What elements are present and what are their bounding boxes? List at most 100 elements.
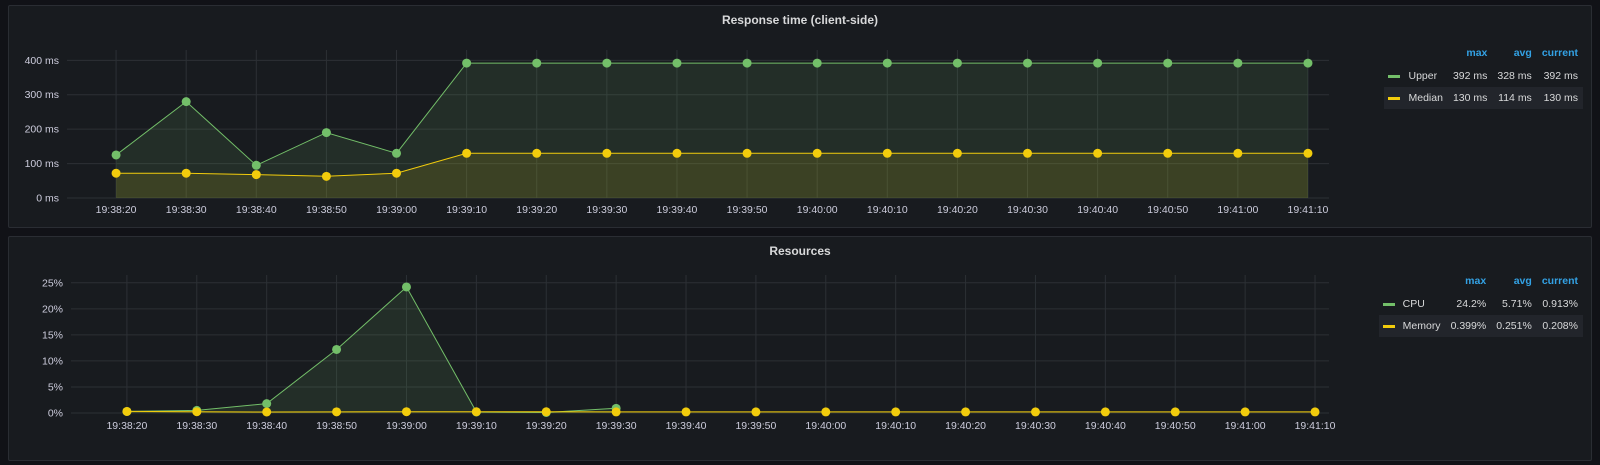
data-point-memory[interactable] bbox=[1240, 407, 1250, 417]
data-point-median[interactable] bbox=[251, 170, 261, 180]
data-point-upper[interactable] bbox=[251, 160, 261, 170]
data-point-memory[interactable] bbox=[332, 407, 342, 417]
legend-header-avg[interactable]: avg bbox=[1492, 46, 1536, 65]
x-tick-label: 19:38:50 bbox=[316, 420, 357, 432]
data-point-upper[interactable] bbox=[952, 58, 962, 68]
x-tick-label: 19:39:10 bbox=[456, 420, 497, 432]
legend-row-upper[interactable]: Upper 392 ms 328 ms 392 ms bbox=[1384, 65, 1583, 87]
x-tick-label: 19:40:40 bbox=[1077, 204, 1118, 216]
legend-series-name: Upper bbox=[1408, 70, 1438, 82]
data-point-median[interactable] bbox=[321, 171, 331, 181]
y-tick-label: 300 ms bbox=[25, 89, 59, 101]
data-point-memory[interactable] bbox=[471, 407, 481, 417]
data-point-memory[interactable] bbox=[681, 407, 691, 417]
data-point-median[interactable] bbox=[952, 148, 962, 158]
data-point-upper[interactable] bbox=[1023, 58, 1033, 68]
y-tick-label: 15% bbox=[42, 329, 63, 341]
data-point-memory[interactable] bbox=[1100, 407, 1110, 417]
legend-max: 392 ms bbox=[1452, 70, 1488, 82]
data-point-median[interactable] bbox=[1093, 148, 1103, 158]
data-point-median[interactable] bbox=[392, 168, 402, 178]
data-point-median[interactable] bbox=[181, 168, 191, 178]
x-tick-label: 19:39:50 bbox=[735, 420, 776, 432]
data-point-median[interactable] bbox=[882, 148, 892, 158]
y-tick-label: 100 ms bbox=[25, 158, 59, 170]
data-point-upper[interactable] bbox=[602, 58, 612, 68]
legend-current: 392 ms bbox=[1543, 70, 1578, 82]
data-point-upper[interactable] bbox=[1233, 58, 1243, 68]
data-point-upper[interactable] bbox=[882, 58, 892, 68]
data-point-upper[interactable] bbox=[1093, 58, 1103, 68]
data-point-memory[interactable] bbox=[1170, 407, 1180, 417]
response-time-panel: Response time (client-side) 0 ms 100 ms 20… bbox=[8, 5, 1592, 228]
x-tick-label: 19:40:10 bbox=[875, 420, 916, 432]
legend-header-max[interactable]: max bbox=[1448, 46, 1492, 65]
data-point-cpu[interactable] bbox=[401, 282, 411, 292]
data-point-memory[interactable] bbox=[611, 407, 621, 417]
data-point-median[interactable] bbox=[1303, 148, 1313, 158]
data-point-memory[interactable] bbox=[1030, 407, 1040, 417]
legend-header-current[interactable]: current bbox=[1537, 274, 1583, 293]
legend-header-max[interactable]: max bbox=[1446, 274, 1492, 293]
data-point-median[interactable] bbox=[602, 148, 612, 158]
x-tick-label: 19:40:20 bbox=[945, 420, 986, 432]
data-point-memory[interactable] bbox=[751, 407, 761, 417]
x-tick-label: 19:39:40 bbox=[666, 420, 707, 432]
data-point-upper[interactable] bbox=[742, 58, 752, 68]
x-tick-label: 19:40:20 bbox=[937, 204, 978, 216]
data-point-upper[interactable] bbox=[111, 150, 121, 160]
data-point-upper[interactable] bbox=[462, 58, 472, 68]
legend-header-avg[interactable]: avg bbox=[1491, 274, 1537, 293]
data-point-upper[interactable] bbox=[532, 58, 542, 68]
y-tick-label: 0% bbox=[48, 408, 63, 420]
x-tick-label: 19:41:10 bbox=[1295, 420, 1336, 432]
data-point-median[interactable] bbox=[742, 148, 752, 158]
data-point-upper[interactable] bbox=[392, 148, 402, 158]
y-tick-label: 5% bbox=[48, 381, 63, 393]
data-point-median[interactable] bbox=[1023, 148, 1033, 158]
data-point-upper[interactable] bbox=[321, 128, 331, 138]
resources-chart: 0% 5% 10% 15% 20% 25% 19:38:20 19:38:30 19:38:40… bbox=[42, 275, 1336, 432]
data-point-median[interactable] bbox=[1163, 148, 1173, 158]
legend-max: 130 ms bbox=[1447, 87, 1493, 109]
data-point-upper[interactable] bbox=[1163, 58, 1173, 68]
legend-max: 0.399% bbox=[1445, 315, 1492, 337]
data-point-memory[interactable] bbox=[192, 407, 202, 417]
x-tick-label: 19:41:00 bbox=[1217, 204, 1258, 216]
legend-row-cpu[interactable]: CPU 24.2% 5.71% 0.913% bbox=[1379, 293, 1583, 315]
data-point-upper[interactable] bbox=[1303, 58, 1313, 68]
data-point-upper[interactable] bbox=[181, 97, 191, 107]
legend-header-current[interactable]: current bbox=[1537, 46, 1583, 65]
legend-row-median[interactable]: Median 130 ms 114 ms 130 ms bbox=[1384, 87, 1583, 109]
x-tick-label: 19:38:20 bbox=[96, 204, 137, 216]
data-point-memory[interactable] bbox=[961, 407, 971, 417]
x-tick-label: 19:40:00 bbox=[797, 204, 838, 216]
data-point-median[interactable] bbox=[672, 148, 682, 158]
data-point-memory[interactable] bbox=[541, 407, 551, 417]
x-tick-label: 19:41:00 bbox=[1225, 420, 1266, 432]
data-point-memory[interactable] bbox=[122, 406, 132, 416]
x-tick-label: 19:38:50 bbox=[306, 204, 347, 216]
data-point-memory[interactable] bbox=[1310, 407, 1320, 417]
series-swatch bbox=[1388, 96, 1401, 100]
data-point-median[interactable] bbox=[812, 148, 822, 158]
data-point-cpu[interactable] bbox=[262, 399, 272, 409]
legend-avg: 328 ms bbox=[1497, 70, 1532, 82]
data-point-memory[interactable] bbox=[401, 407, 411, 417]
x-tick-label: 19:39:40 bbox=[657, 204, 698, 216]
data-point-memory[interactable] bbox=[821, 407, 831, 417]
data-point-memory[interactable] bbox=[262, 407, 272, 417]
data-point-median[interactable] bbox=[462, 148, 472, 158]
data-point-upper[interactable] bbox=[812, 58, 822, 68]
legend-series-name: Median bbox=[1408, 92, 1443, 104]
data-point-median[interactable] bbox=[1233, 148, 1243, 158]
legend-row-memory[interactable]: Memory 0.399% 0.251% 0.208% bbox=[1378, 315, 1583, 337]
x-tick-label: 19:39:20 bbox=[516, 204, 557, 216]
data-point-upper[interactable] bbox=[672, 58, 682, 68]
data-point-cpu[interactable] bbox=[332, 344, 342, 354]
data-point-memory[interactable] bbox=[891, 407, 901, 417]
x-tick-label: 19:40:00 bbox=[805, 420, 846, 432]
data-point-median[interactable] bbox=[111, 168, 121, 178]
resources-legend: max avg current CPU 24.2% 5.71% 0.913% M… bbox=[1378, 274, 1583, 337]
data-point-median[interactable] bbox=[532, 148, 542, 158]
